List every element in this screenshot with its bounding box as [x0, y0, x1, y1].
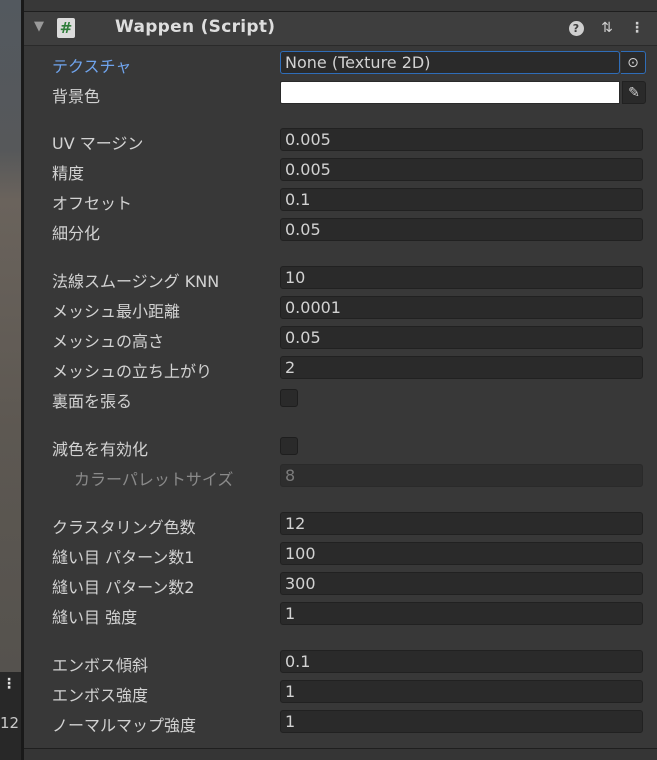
- next-component-area: [24, 749, 657, 760]
- scene-view-strip: [0, 0, 21, 760]
- inspector-panel: ▼ # Wappen (Script) ? ⇅ ⋮ テクスチャ None (Te…: [24, 0, 657, 760]
- object-picker-icon[interactable]: ⊙: [621, 51, 646, 74]
- foldout-arrow-icon[interactable]: ▼: [34, 19, 44, 34]
- normal-smoothing-knn-label: 法線スムージング KNN: [52, 272, 220, 291]
- mesh-height-label: メッシュの高さ: [52, 332, 165, 351]
- normal-map-strength-label: ノーマルマップ強度: [52, 716, 197, 735]
- stitch-strength-field[interactable]: 1: [280, 602, 643, 625]
- row-texture: テクスチャ None (Texture 2D) ⊙: [24, 48, 657, 78]
- row-stitch-pattern2: 縫い目 パターン数2 300: [24, 569, 657, 599]
- row-mesh-rise: メッシュの立ち上がり 2: [24, 353, 657, 383]
- component-title: Wappen (Script): [115, 17, 276, 37]
- offset-label: オフセット: [52, 194, 133, 213]
- mesh-height-field[interactable]: 0.05: [280, 326, 643, 349]
- row-stitch-strength: 縫い目 強度 1: [24, 599, 657, 629]
- emboss-strength-field[interactable]: 1: [280, 680, 643, 703]
- row-emboss-slope: エンボス傾斜 0.1: [24, 647, 657, 677]
- color-reduction-label: 減色を有効化: [52, 440, 149, 459]
- stitch-pattern2-label: 縫い目 パターン数2: [52, 578, 195, 597]
- stitch-strength-label: 縫い目 強度: [52, 608, 138, 627]
- clustering-colors-label: クラスタリング色数: [52, 518, 196, 537]
- emboss-strength-label: エンボス強度: [52, 686, 149, 705]
- row-background-color: 背景色 ✎: [24, 78, 657, 108]
- component-header[interactable]: ▼ # Wappen (Script) ? ⇅ ⋮: [24, 11, 657, 46]
- script-icon: #: [57, 18, 75, 38]
- precision-field[interactable]: 0.005: [280, 158, 643, 181]
- normal-map-strength-field[interactable]: 1: [280, 710, 643, 733]
- back-face-label: 裏面を張る: [52, 392, 133, 411]
- mesh-min-distance-field[interactable]: 0.0001: [280, 296, 643, 319]
- eyedropper-icon[interactable]: ✎: [622, 81, 646, 104]
- texture-label: テクスチャ: [52, 57, 132, 76]
- row-palette-size: カラーパレットサイズ 8: [24, 461, 657, 491]
- row-mesh-min-distance: メッシュ最小距離 0.0001: [24, 293, 657, 323]
- mesh-min-distance-label: メッシュ最小距離: [52, 302, 181, 321]
- mesh-rise-field[interactable]: 2: [280, 356, 643, 379]
- row-offset: オフセット 0.1: [24, 185, 657, 215]
- stitch-pattern1-field[interactable]: 100: [280, 542, 643, 565]
- texture-object-field[interactable]: None (Texture 2D): [280, 51, 620, 74]
- row-mesh-height: メッシュの高さ 0.05: [24, 323, 657, 353]
- stitch-pattern2-field[interactable]: 300: [280, 572, 643, 595]
- normal-smoothing-knn-field[interactable]: 10: [280, 266, 643, 289]
- kebab-menu-icon[interactable]: ⋮: [0, 676, 23, 706]
- row-uv-margin: UV マージン 0.005: [24, 125, 657, 155]
- emboss-slope-field[interactable]: 0.1: [280, 650, 643, 673]
- row-normal-smoothing-knn: 法線スムージング KNN 10: [24, 263, 657, 293]
- row-emboss-strength: エンボス強度 1: [24, 677, 657, 707]
- back-face-checkbox[interactable]: [280, 389, 298, 407]
- palette-size-label: カラーパレットサイズ: [74, 470, 234, 489]
- emboss-slope-label: エンボス傾斜: [52, 656, 149, 675]
- row-precision: 精度 0.005: [24, 155, 657, 185]
- uv-margin-label: UV マージン: [52, 134, 144, 153]
- color-reduction-checkbox[interactable]: [280, 437, 298, 455]
- row-clustering-colors: クラスタリング色数 12: [24, 509, 657, 539]
- more-options-icon[interactable]: ⋮: [627, 17, 647, 39]
- mesh-rise-label: メッシュの立ち上がり: [52, 362, 213, 381]
- clustering-colors-field[interactable]: 12: [280, 512, 643, 535]
- row-subdivision: 細分化 0.05: [24, 215, 657, 245]
- row-color-reduction: 減色を有効化: [24, 431, 657, 461]
- background-color-field[interactable]: [280, 81, 620, 104]
- presets-icon[interactable]: ⇅: [597, 17, 617, 39]
- offset-field[interactable]: 0.1: [280, 188, 643, 211]
- row-normal-map-strength: ノーマルマップ強度 1: [24, 707, 657, 737]
- row-back-face: 裏面を張る: [24, 383, 657, 413]
- stitch-pattern1-label: 縫い目 パターン数1: [52, 548, 195, 567]
- subdivision-field[interactable]: 0.05: [280, 218, 643, 241]
- background-color-label: 背景色: [52, 87, 101, 106]
- palette-size-field: 8: [280, 464, 643, 487]
- scene-bottom-panel: ⋮ 12: [0, 672, 21, 760]
- uv-margin-field[interactable]: 0.005: [280, 128, 643, 151]
- subdivision-label: 細分化: [52, 224, 101, 243]
- row-stitch-pattern1: 縫い目 パターン数1 100: [24, 539, 657, 569]
- help-icon: ?: [568, 21, 584, 36]
- precision-label: 精度: [52, 164, 85, 183]
- help-button[interactable]: ?: [566, 17, 586, 39]
- scene-counter: 12: [0, 714, 20, 732]
